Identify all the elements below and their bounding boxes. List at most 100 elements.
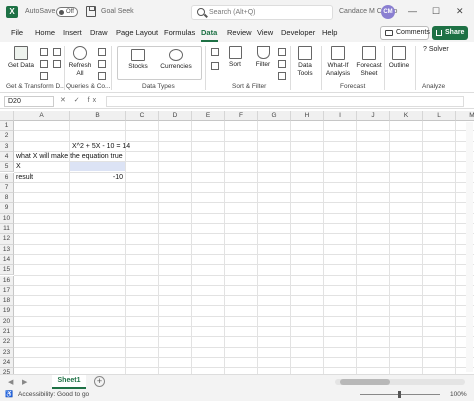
sort-descending-icon[interactable] [211,62,219,70]
get-data-button[interactable]: Get Data [8,46,34,70]
zoom-level[interactable]: 100% [450,391,467,398]
close-icon[interactable]: ✕ [456,6,464,17]
row-header[interactable]: 22 [0,337,14,348]
row-header[interactable]: 9 [0,203,14,214]
sheet-tab[interactable]: Sheet1 [52,375,86,389]
prev-sheet-icon[interactable]: ◀ [8,378,13,386]
next-sheet-icon[interactable]: ▶ [22,378,27,386]
vertical-scrollbar[interactable] [466,122,473,372]
tab-page-layout[interactable]: Page Layout [116,28,158,37]
column-header[interactable]: I [324,111,357,121]
row-header[interactable]: 19 [0,306,14,317]
row-header[interactable]: 21 [0,327,14,338]
row-header[interactable]: 5 [0,162,14,173]
cell-a4[interactable]: what X will make the equation true [16,152,123,162]
row-header[interactable]: 11 [0,224,14,235]
column-header[interactable]: J [357,111,390,121]
cell-b6[interactable]: -10 [70,173,123,183]
reapply-icon[interactable] [278,60,286,68]
tab-file[interactable]: File [11,28,23,37]
maximize-icon[interactable]: ☐ [432,6,440,17]
column-header[interactable]: D [159,111,192,121]
row-header[interactable]: 13 [0,244,14,255]
column-header[interactable]: K [390,111,423,121]
column-header[interactable]: F [225,111,258,121]
highlighted-cell[interactable] [70,162,125,172]
avatar[interactable]: CM [381,5,395,19]
select-all-corner[interactable] [0,111,14,121]
cell-a6[interactable]: result [16,173,33,183]
row-header[interactable]: 15 [0,265,14,276]
tab-help[interactable]: Help [322,28,337,37]
sort-button[interactable]: Sort [225,46,245,69]
column-header[interactable]: B [70,111,126,121]
row-header[interactable]: 18 [0,296,14,307]
scroll-thumb[interactable] [340,379,390,385]
solver-button[interactable]: ? Solver [423,46,449,53]
column-header[interactable]: H [291,111,324,121]
stocks-button[interactable]: Stocks [120,49,156,71]
share-button[interactable]: Share [432,26,468,40]
row-header[interactable]: 24 [0,357,14,369]
worksheet-grid[interactable]: A B C D E F G H I J K L M 1 2 3 4 5 6 7 8 9 10 11 12 13 14 15 16 17 18… [0,111,474,374]
edit-links-icon[interactable] [98,72,106,80]
from-text-icon[interactable] [40,48,48,56]
cell-a5[interactable]: X [16,162,21,172]
column-header[interactable]: M [456,111,474,121]
tab-review[interactable]: Review [227,28,252,37]
sort-ascending-icon[interactable] [211,48,219,56]
row-header[interactable]: 6 [0,172,14,183]
row-header[interactable]: 20 [0,316,14,327]
data-tools-button[interactable]: Data Tools [292,46,318,78]
forecast-sheet-button[interactable]: Forecast Sheet [355,46,383,78]
row-header[interactable]: 3 [0,141,14,152]
tab-draw[interactable]: Draw [90,28,108,37]
formula-input[interactable] [106,96,464,107]
tab-formulas[interactable]: Formulas [164,28,195,37]
recent-sources-icon[interactable] [53,48,61,56]
search-box[interactable]: Search (Alt+Q) [191,5,333,20]
filter-button[interactable]: Filter [252,46,274,69]
advanced-filter-icon[interactable] [278,72,286,80]
tab-data[interactable]: Data [201,28,217,37]
document-title[interactable]: Goal Seek [101,8,134,15]
row-header[interactable]: 4 [0,151,14,163]
name-box[interactable]: D20 [4,96,54,107]
currencies-button[interactable]: Currencies [158,49,194,71]
horizontal-scrollbar[interactable] [335,379,465,385]
row-header[interactable]: 1 [0,121,14,132]
row-header[interactable]: 17 [0,285,14,297]
formula-bar-icons[interactable]: ✕ ✓ fx [60,96,99,104]
row-header[interactable]: 12 [0,234,14,245]
properties-icon[interactable] [98,60,106,68]
column-header[interactable]: L [423,111,456,121]
outline-button[interactable]: Outline [386,46,412,70]
row-header[interactable]: 2 [0,131,14,142]
refresh-all-button[interactable]: Refresh All [67,46,93,78]
minimize-icon[interactable]: — [408,6,417,16]
row-header[interactable]: 14 [0,254,14,266]
column-header[interactable]: E [192,111,225,121]
cell-b3[interactable]: X^2 + 5X - 10 = 14 [72,142,130,152]
from-table-icon[interactable] [40,72,48,80]
tab-developer[interactable]: Developer [281,28,315,37]
row-header[interactable]: 23 [0,347,14,358]
comments-button[interactable]: Comments [380,26,430,40]
column-header[interactable]: G [258,111,291,121]
zoom-slider-knob[interactable] [398,391,401,398]
column-header[interactable]: A [14,111,70,121]
add-sheet-icon[interactable]: + [94,376,105,387]
tab-view[interactable]: View [257,28,273,37]
column-header[interactable]: C [126,111,159,121]
autosave-toggle[interactable]: Off [56,7,78,17]
tab-home[interactable]: Home [35,28,55,37]
accessibility-status[interactable]: Accessibility: Good to go [18,391,89,398]
tab-insert[interactable]: Insert [63,28,82,37]
queries-icon[interactable] [98,48,106,56]
from-web-icon[interactable] [40,60,48,68]
clear-filter-icon[interactable] [278,48,286,56]
row-header[interactable]: 10 [0,213,14,224]
save-icon[interactable] [86,6,96,17]
row-header[interactable]: 7 [0,182,14,194]
row-header[interactable]: 8 [0,193,14,204]
